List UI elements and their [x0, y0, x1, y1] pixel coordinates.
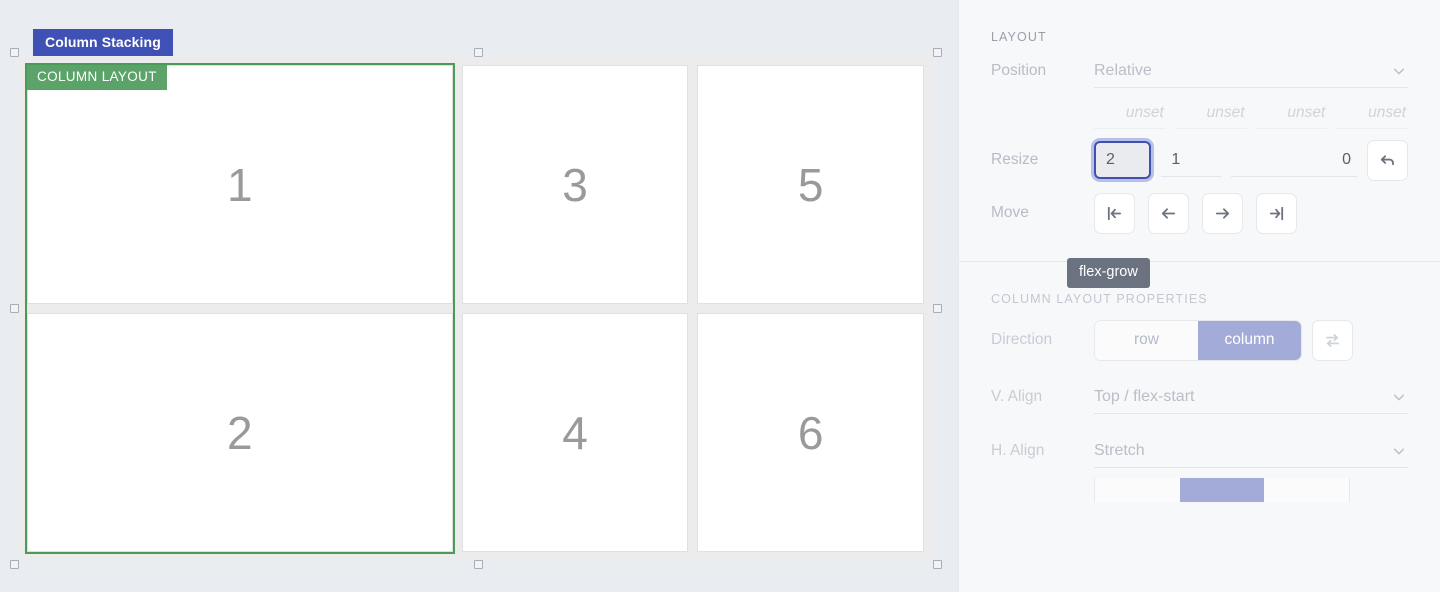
offset-input-right[interactable]: unset: [1174, 100, 1247, 129]
resize-label: Resize: [991, 151, 1039, 168]
resize-handle-bottom-center[interactable]: [474, 560, 483, 569]
resize-row: Resize 2 1 0: [991, 133, 1409, 187]
h-align-row: H. Align Stretch: [991, 424, 1408, 478]
column-layout-properties-section: COLUMN LAYOUT PROPERTIES Direction row c…: [959, 262, 1440, 502]
h-align-select[interactable]: Stretch: [1094, 434, 1408, 468]
position-select[interactable]: Relative: [1094, 54, 1408, 88]
resize-handle-middle-left[interactable]: [10, 304, 19, 313]
move-row: Move: [991, 187, 1408, 239]
resize-handle-bottom-left[interactable]: [10, 560, 19, 569]
canvas-title-tag[interactable]: Column Stacking: [33, 29, 173, 56]
v-align-select[interactable]: Top / flex-start: [1094, 380, 1408, 414]
direction-segmented-control[interactable]: row column: [1094, 319, 1302, 361]
direction-row: Direction row column: [991, 310, 1408, 370]
design-canvas[interactable]: Column Stacking COLUMN LAYOUT 1 2 3 4 5 …: [0, 0, 958, 592]
resize-handle-middle-right[interactable]: [933, 304, 942, 313]
flex-shrink-input[interactable]: 1: [1161, 143, 1221, 177]
offset-input-top[interactable]: unset: [1094, 100, 1166, 129]
layout-section-title: LAYOUT: [991, 30, 1047, 44]
selection-box: [10, 48, 942, 569]
app-root: Column Stacking COLUMN LAYOUT 1 2 3 4 5 …: [0, 0, 1440, 592]
properties-panel: LAYOUT Position Relative unset unset uns…: [958, 0, 1440, 592]
resize-handle-top-left[interactable]: [10, 48, 19, 57]
v-align-value: Top / flex-start: [1094, 387, 1195, 405]
resize-handle-top-center[interactable]: [474, 48, 483, 57]
flex-grow-input[interactable]: 2: [1094, 141, 1152, 179]
move-first-icon[interactable]: [1094, 192, 1135, 234]
move-last-icon[interactable]: [1256, 192, 1297, 234]
chevron-down-icon: [1392, 64, 1406, 78]
h-align-value: Stretch: [1094, 441, 1145, 459]
direction-option-row[interactable]: row: [1095, 320, 1198, 360]
undo-arrow-icon[interactable]: [1367, 139, 1409, 181]
chevron-down-icon: [1392, 444, 1406, 458]
position-label: Position: [991, 62, 1047, 79]
h-align-label: H. Align: [991, 442, 1045, 459]
wrap-option-2[interactable]: [1179, 478, 1265, 502]
chevron-down-icon: [1392, 390, 1406, 404]
flex-basis-input[interactable]: 0: [1230, 143, 1358, 177]
offset-inputs-row: unset unset unset unset: [991, 94, 1408, 133]
move-label: Move: [991, 204, 1029, 221]
offset-input-bottom[interactable]: unset: [1255, 100, 1328, 129]
wrap-option-3[interactable]: [1264, 478, 1349, 502]
move-left-icon[interactable]: [1148, 192, 1189, 234]
layout-section: LAYOUT Position Relative unset unset uns…: [959, 0, 1440, 239]
selected-element-tag: COLUMN LAYOUT: [27, 65, 167, 90]
wrap-option-1[interactable]: [1095, 478, 1180, 502]
wrap-segmented-control[interactable]: [1094, 478, 1350, 502]
flex-grow-tooltip: flex-grow: [1067, 258, 1150, 288]
wrap-row: [991, 478, 1408, 502]
move-right-icon[interactable]: [1202, 192, 1243, 234]
direction-label: Direction: [991, 331, 1053, 348]
position-value: Relative: [1094, 61, 1152, 79]
resize-handle-bottom-right[interactable]: [933, 560, 942, 569]
v-align-row: V. Align Top / flex-start: [991, 370, 1408, 424]
swap-horizontal-icon[interactable]: [1312, 319, 1353, 361]
resize-handle-top-right[interactable]: [933, 48, 942, 57]
offset-input-left[interactable]: unset: [1336, 100, 1408, 129]
column-layout-section-title: COLUMN LAYOUT PROPERTIES: [991, 292, 1208, 306]
v-align-label: V. Align: [991, 388, 1043, 405]
position-row: Position Relative: [991, 48, 1408, 94]
move-buttons: [1094, 192, 1297, 234]
direction-option-column[interactable]: column: [1198, 320, 1301, 360]
